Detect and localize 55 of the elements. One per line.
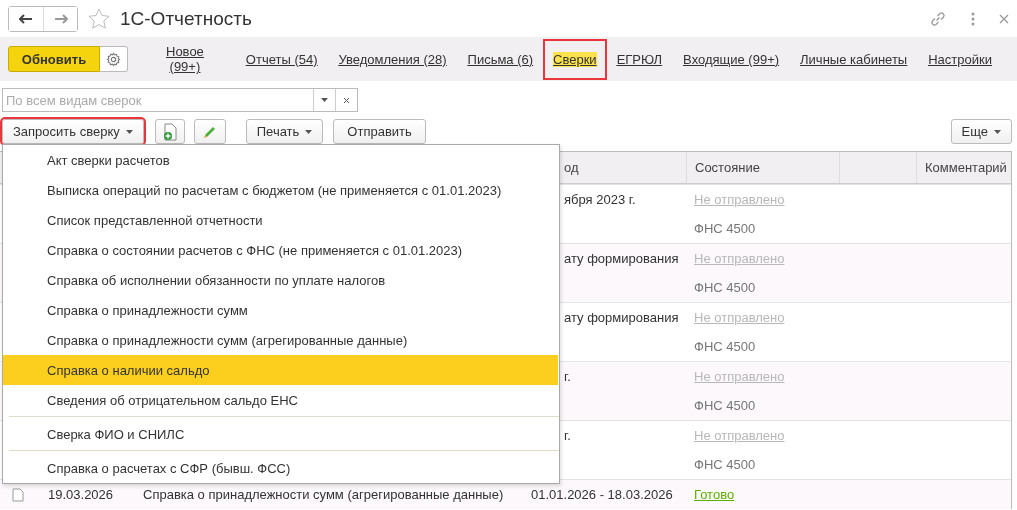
table-cell: ату формирования (564, 310, 679, 325)
more-button[interactable] (971, 11, 975, 26)
column-header: од (564, 160, 579, 175)
table-cell: ФНС 4500 (694, 280, 756, 295)
close-icon (999, 13, 1009, 24)
window-title: 1С-Отчетность (120, 7, 253, 30)
table-cell: 19.03.2026 (48, 487, 114, 502)
table-cell: г. (564, 369, 571, 384)
more-icon (971, 11, 975, 26)
caret-icon (994, 129, 1001, 134)
table-cell: ату формирования (564, 251, 679, 266)
add-document-icon (161, 122, 178, 141)
star-icon[interactable] (88, 8, 110, 29)
forward-arrow-icon (53, 13, 68, 24)
menu-item[interactable]: Акт сверки расчетов (3, 145, 558, 175)
close-icon (343, 96, 350, 104)
caret-icon (125, 129, 133, 134)
nav-link[interactable]: Личные кабинеты (800, 51, 908, 67)
nav-link[interactable]: Письма (6) (467, 51, 534, 67)
table-cell: ФНС 4500 (694, 457, 756, 472)
nav-link[interactable]: Настройки (928, 51, 992, 67)
send-button[interactable]: Отправить (333, 119, 426, 144)
nav-link[interactable]: Отчеты (54) (245, 51, 318, 67)
print-button[interactable]: Печать (245, 119, 324, 144)
nav-link[interactable]: Уведомления (28) (338, 51, 447, 67)
table-cell: ФНС 4500 (694, 221, 756, 236)
table-cell: ФНС 4500 (694, 339, 756, 354)
close-button[interactable] (999, 13, 1009, 24)
nav-link[interactable]: ЕГРЮЛ (616, 51, 663, 67)
column-header: Состояние (695, 160, 760, 175)
edit-button[interactable] (193, 119, 226, 144)
table-cell: Справка о принадлежности сумм (агрегированные данные) (143, 487, 504, 502)
back-arrow-icon (19, 13, 33, 24)
more-button[interactable]: Еще (950, 119, 1012, 144)
link-button[interactable] (929, 9, 947, 28)
menu-item[interactable]: Справка о расчетах с СФР (бывш. ФСС) (3, 453, 558, 483)
link-icon (929, 9, 947, 28)
table-cell: ФНС 4500 (694, 398, 756, 413)
table-cell: ября 2023 г. (564, 192, 636, 207)
filter-combobox[interactable]: По всем видам сверок (2, 88, 358, 112)
menu-item[interactable]: Справка о наличии сальдо (3, 355, 558, 385)
settings-button[interactable] (100, 46, 128, 72)
table-cell: г. (564, 428, 571, 443)
caret-icon (321, 98, 328, 102)
refresh-button[interactable]: Обновить (8, 46, 100, 72)
column-header: Комментарий (925, 160, 1007, 175)
request-button[interactable]: Запросить сверку (2, 119, 144, 144)
nav-link[interactable]: Входящие (99+) (683, 51, 780, 67)
nav-link[interactable]: Новое (99+) (166, 44, 204, 74)
gear-icon (106, 51, 121, 67)
table-cell: 01.01.2026 - 18.03.2026 (531, 487, 673, 502)
caret-icon (305, 129, 313, 134)
add-document-button[interactable] (154, 119, 185, 144)
document-icon (12, 487, 24, 502)
nav-link[interactable]: Сверки (545, 40, 605, 78)
